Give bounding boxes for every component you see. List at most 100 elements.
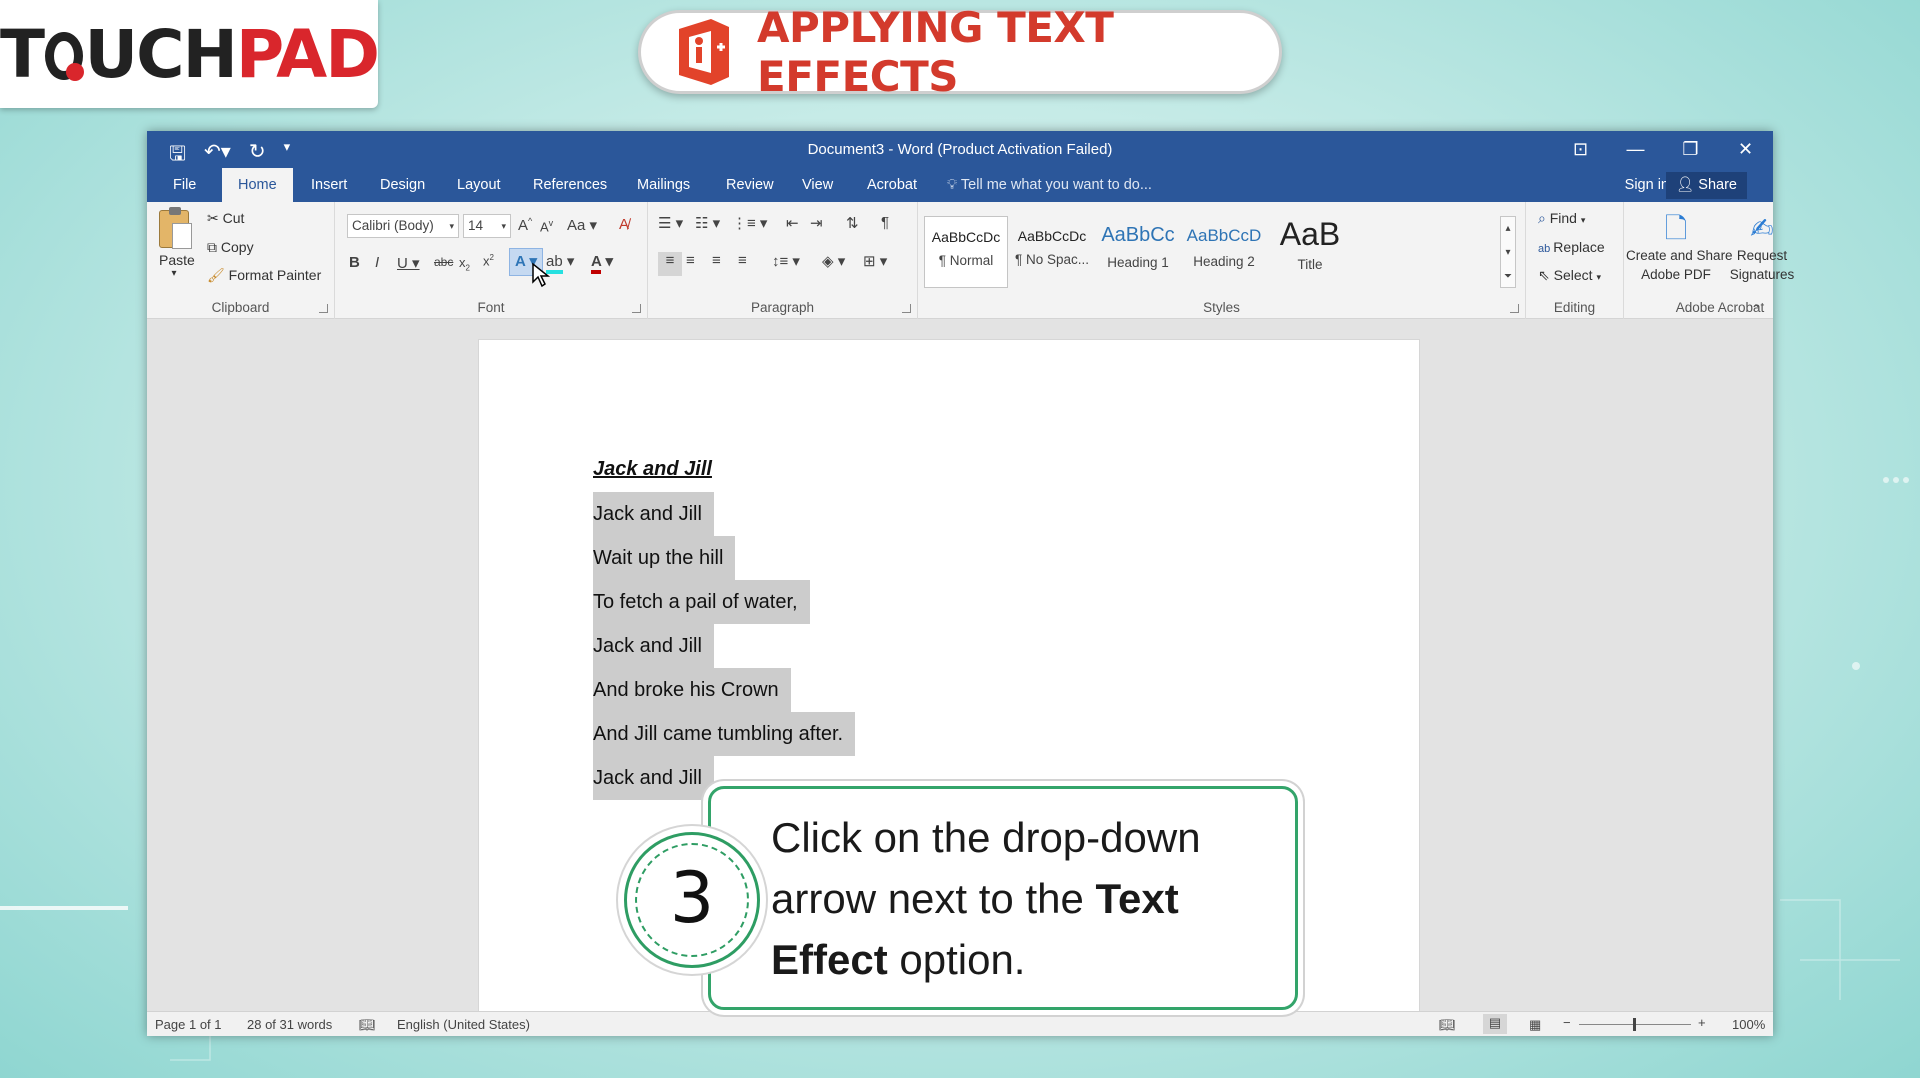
style-heading-2[interactable]: AaBbCcD Heading 2 xyxy=(1182,216,1266,288)
select-button[interactable]: ⇖ Select ▾ xyxy=(1538,267,1601,284)
paste-button[interactable]: Paste ▾ xyxy=(159,207,195,279)
zoom-out-icon[interactable]: − xyxy=(1563,1015,1571,1030)
decrease-indent-icon[interactable]: ⇤ xyxy=(786,214,799,232)
bold-icon[interactable]: B xyxy=(349,254,360,271)
ribbon-tabs: File Home Insert Design Layout Reference… xyxy=(147,168,1773,202)
style-normal[interactable]: AaBbCcDc ¶ Normal xyxy=(924,216,1008,288)
tell-me-box[interactable]: 💡︎ Tell me what you want to do... xyxy=(947,168,1152,202)
step-number: 3 xyxy=(669,857,715,939)
style-title-preview: AaB xyxy=(1279,216,1341,252)
align-center-icon[interactable]: ≡ xyxy=(686,252,695,269)
document-line[interactable]: Jack and Jill xyxy=(593,624,714,668)
find-button[interactable]: ⌕ Find ▾ xyxy=(1538,210,1585,227)
italic-icon[interactable]: I xyxy=(375,254,379,271)
document-line[interactable]: To fetch a pail of water, xyxy=(593,580,810,624)
word-count[interactable]: 28 of 31 words xyxy=(247,1017,332,1032)
tab-home[interactable]: Home xyxy=(222,168,293,202)
paragraph-launcher-icon[interactable] xyxy=(902,304,911,313)
document-line[interactable]: And broke his Crown xyxy=(593,668,791,712)
underline-icon[interactable]: U ▾ xyxy=(397,254,420,272)
subscript-icon[interactable]: x2 xyxy=(459,255,470,273)
font-color-icon[interactable]: A ▾ xyxy=(591,252,613,274)
superscript-icon[interactable]: x2 xyxy=(483,253,494,268)
tab-mailings[interactable]: Mailings xyxy=(623,168,704,202)
format-painter-label: Format Painter xyxy=(228,267,322,283)
tab-layout[interactable]: Layout xyxy=(443,168,515,202)
group-editing: ⌕ Find ▾ ab Replace ⇖ Select ▾ Editing xyxy=(1526,202,1624,319)
style-no-spacing[interactable]: AaBbCcDc ¶ No Spac... xyxy=(1010,216,1094,288)
share-button[interactable]: 👤︎ Share xyxy=(1665,172,1747,199)
font-size-combo[interactable]: 14 ▾ xyxy=(463,214,511,238)
tab-design[interactable]: Design xyxy=(366,168,439,202)
callout-bold-2: Effect xyxy=(771,936,888,983)
style-heading-1[interactable]: AaBbCc Heading 1 xyxy=(1096,216,1180,288)
minimize-icon[interactable]: — xyxy=(1608,131,1663,168)
align-right-icon[interactable]: ≡ xyxy=(712,252,721,269)
zoom-slider-handle[interactable] xyxy=(1633,1018,1636,1031)
justify-icon[interactable]: ≡ xyxy=(738,252,747,269)
tell-me-text: Tell me what you want to do... xyxy=(960,177,1152,193)
tab-insert[interactable]: Insert xyxy=(297,168,361,202)
create-share-pdf-button[interactable]: 🗋︎ Create and Share Adobe PDF xyxy=(1626,212,1733,284)
page-count[interactable]: Page 1 of 1 xyxy=(155,1017,222,1032)
zoom-in-icon[interactable]: + xyxy=(1698,1015,1706,1030)
document-line[interactable]: Jack and Jill xyxy=(593,756,714,800)
shading-icon[interactable]: ◈ ▾ xyxy=(822,252,845,270)
tab-file[interactable]: File xyxy=(159,168,210,202)
document-heading[interactable]: Jack and Jill xyxy=(593,458,712,481)
replace-button[interactable]: ab Replace xyxy=(1538,239,1605,255)
font-name-combo[interactable]: Calibri (Body) ▾ xyxy=(347,214,459,238)
style-heading-2-preview: AaBbCcD xyxy=(1186,226,1262,245)
read-mode-icon[interactable]: 📖︎ xyxy=(1439,1017,1456,1033)
tab-view[interactable]: View xyxy=(788,168,847,202)
clipboard-launcher-icon[interactable] xyxy=(319,304,328,313)
styles-scroll-icon[interactable]: ▴ ▾ ⏷ xyxy=(1500,216,1516,288)
close-icon[interactable]: ✕ xyxy=(1718,131,1773,168)
tab-acrobat[interactable]: Acrobat xyxy=(853,168,931,202)
print-layout-icon[interactable]: ▤ xyxy=(1483,1014,1507,1034)
paragraph-group-label: Paragraph xyxy=(750,300,815,315)
sign-in-link[interactable]: Sign in xyxy=(1625,168,1669,202)
document-line[interactable]: And Jill came tumbling after. xyxy=(593,712,856,756)
styles-group-label: Styles xyxy=(1203,300,1240,315)
line-spacing-icon[interactable]: ↕≡ ▾ xyxy=(772,252,800,270)
styles-launcher-icon[interactable] xyxy=(1510,304,1519,313)
increase-indent-icon[interactable]: ⇥ xyxy=(810,214,823,232)
show-hide-icon[interactable]: ¶ xyxy=(881,214,889,231)
strikethrough-icon[interactable]: abc xyxy=(434,255,453,269)
document-line[interactable]: Jack and Jill xyxy=(593,492,714,536)
grow-font-icon[interactable]: A^ xyxy=(518,216,532,234)
copy-button[interactable]: ⧉ Copy xyxy=(207,239,254,256)
font-group-label: Font xyxy=(477,300,505,315)
shrink-font-icon[interactable]: Av xyxy=(540,218,553,234)
ribbon-display-icon[interactable]: ⊡ xyxy=(1553,131,1608,168)
font-name-value: Calibri (Body) xyxy=(352,218,434,233)
bullets-icon[interactable]: ☰ ▾ xyxy=(658,214,683,232)
sort-icon[interactable]: ⇅ xyxy=(846,214,859,232)
multilevel-list-icon[interactable]: ⋮≡ ▾ xyxy=(732,214,767,232)
change-case-button[interactable]: Aa ▾ xyxy=(567,216,597,234)
document-line[interactable]: Wait up the hill xyxy=(593,536,736,580)
numbering-icon[interactable]: ☷ ▾ xyxy=(695,214,720,232)
request-signatures-button[interactable]: ✍︎ Request Signatures xyxy=(1724,212,1800,284)
font-launcher-icon[interactable] xyxy=(632,304,641,313)
style-no-spacing-preview: AaBbCcDc xyxy=(1017,228,1087,244)
tab-review[interactable]: Review xyxy=(712,168,788,202)
cut-button[interactable]: ✂ Cut xyxy=(207,210,244,227)
proofing-icon[interactable]: 📖︎ xyxy=(359,1017,376,1033)
group-styles: AaBbCcDc ¶ Normal AaBbCcDc ¶ No Spac... … xyxy=(918,202,1526,319)
format-painter-button[interactable]: 🖌︎ Format Painter xyxy=(207,267,321,284)
restore-icon[interactable]: ❐ xyxy=(1663,131,1718,168)
language[interactable]: English (United States) xyxy=(397,1017,530,1032)
tab-references[interactable]: References xyxy=(519,168,621,202)
collapse-ribbon-icon[interactable]: ⌃ xyxy=(1751,302,1761,316)
lesson-title-banner: APPLYING TEXT EFFECTS xyxy=(638,3,1282,101)
borders-icon[interactable]: ⊞ ▾ xyxy=(863,252,887,270)
style-title[interactable]: AaB Title xyxy=(1268,216,1352,288)
paintbrush-icon: 🖌︎ xyxy=(207,267,229,283)
align-left-icon[interactable]: ≡ xyxy=(658,252,682,276)
touchpad-logo: T UCH PAD xyxy=(0,0,380,108)
zoom-level[interactable]: 100% xyxy=(1732,1017,1765,1032)
web-layout-icon[interactable]: ▦ xyxy=(1529,1017,1541,1033)
clear-formatting-icon[interactable]: A̸ xyxy=(619,216,629,233)
